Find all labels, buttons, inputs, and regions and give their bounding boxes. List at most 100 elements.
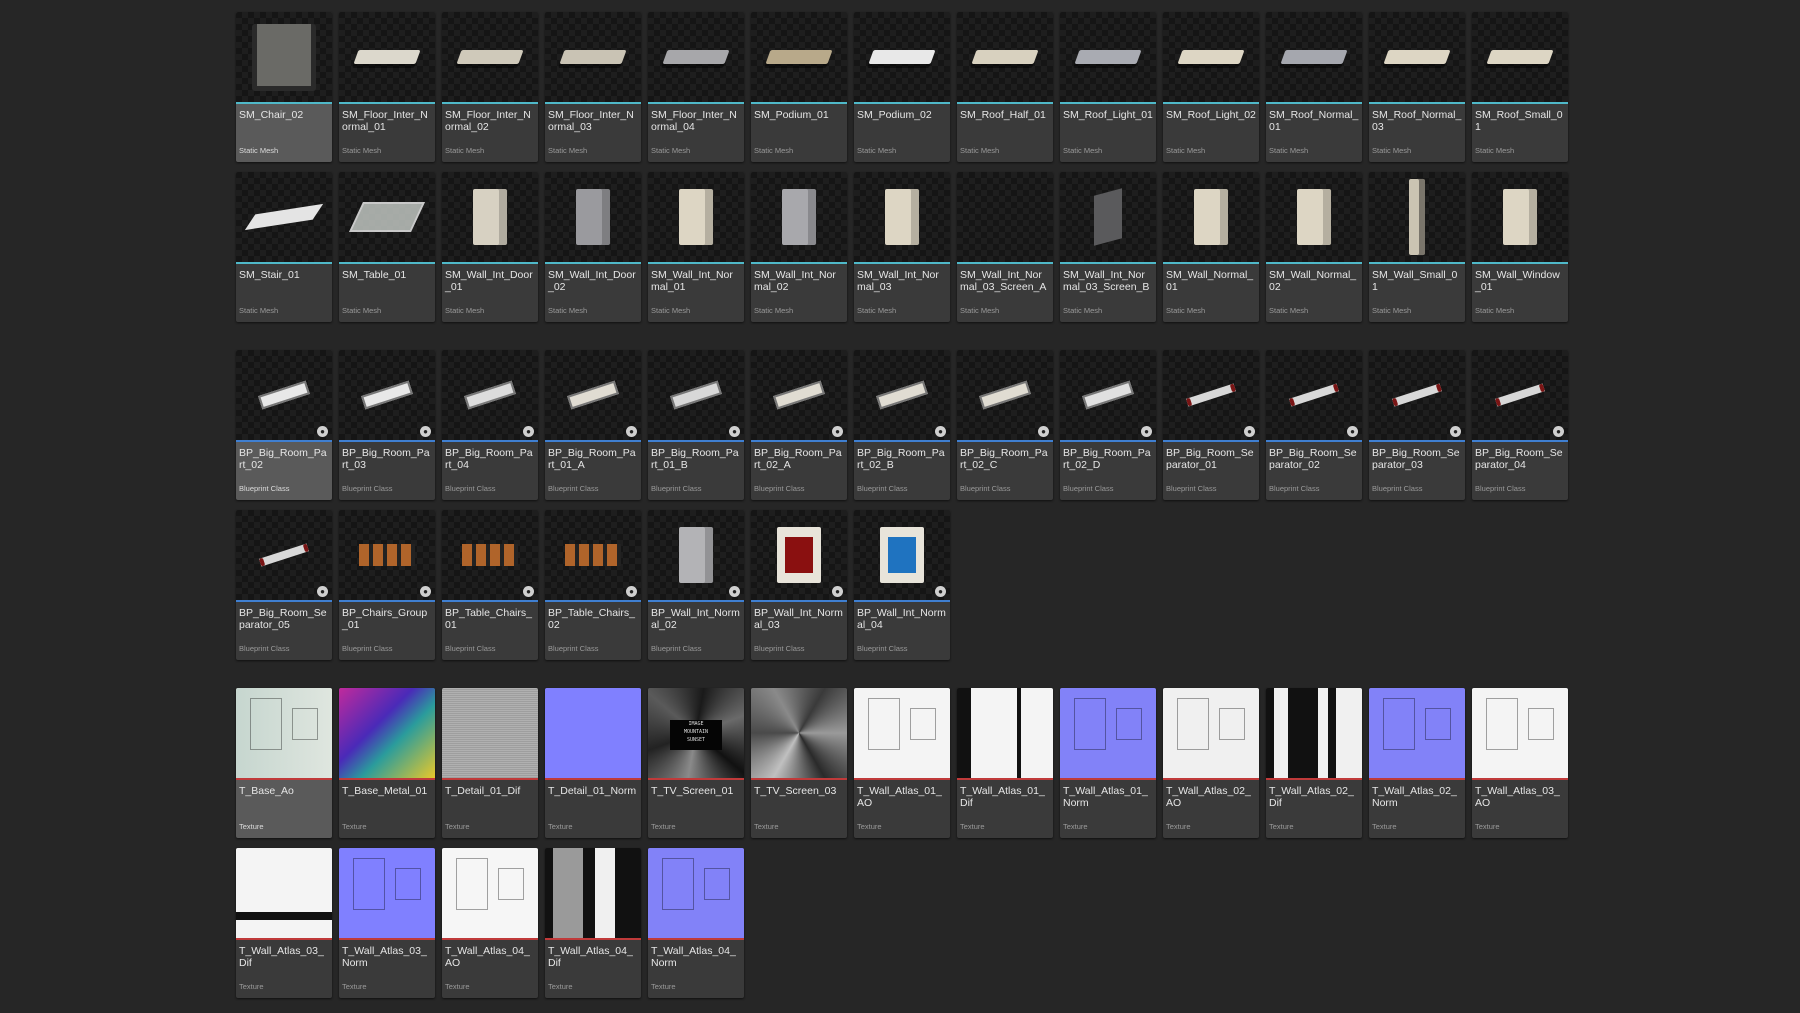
asset-type-label: Blueprint Class bbox=[445, 644, 496, 653]
asset-tile[interactable]: T_Wall_Atlas_02_Dif Texture bbox=[1266, 688, 1362, 838]
mesh-preview bbox=[567, 380, 619, 410]
mesh-preview bbox=[462, 544, 518, 566]
asset-tile[interactable]: T_Base_Ao Texture bbox=[236, 688, 332, 838]
asset-tile[interactable]: ● BP_Big_Room_Separator_04 Blueprint Cla… bbox=[1472, 350, 1568, 500]
asset-tile[interactable]: ● BP_Big_Room_Part_02_C Blueprint Class bbox=[957, 350, 1053, 500]
mesh-preview bbox=[258, 380, 310, 410]
asset-tile[interactable]: T_Wall_Atlas_04_Norm Texture bbox=[648, 848, 744, 998]
asset-type-label: Texture bbox=[548, 822, 573, 831]
mesh-preview bbox=[679, 189, 713, 245]
asset-tile[interactable]: T_Wall_Atlas_01_AO Texture bbox=[854, 688, 950, 838]
asset-tile[interactable]: ● BP_Big_Room_Part_02_B Blueprint Class bbox=[854, 350, 950, 500]
asset-tile[interactable]: SM_Wall_Int_Normal_03_Screen_A Static Me… bbox=[957, 172, 1053, 322]
asset-tile[interactable]: SM_Stair_01 Static Mesh bbox=[236, 172, 332, 322]
asset-name: T_Detail_01_Norm bbox=[548, 785, 637, 797]
asset-tile[interactable]: SM_Wall_Int_Door_02 Static Mesh bbox=[545, 172, 641, 322]
asset-tile[interactable]: T_Wall_Atlas_02_AO Texture bbox=[1163, 688, 1259, 838]
asset-tile[interactable]: T_TV_Screen_03 Texture bbox=[751, 688, 847, 838]
asset-type-label: Blueprint Class bbox=[548, 644, 599, 653]
asset-tile[interactable]: SM_Podium_02 Static Mesh bbox=[854, 12, 950, 162]
asset-tile[interactable]: SM_Floor_Inter_Normal_03 Static Mesh bbox=[545, 12, 641, 162]
asset-name: T_Detail_01_Dif bbox=[445, 785, 521, 797]
asset-type-label: Static Mesh bbox=[548, 146, 588, 155]
asset-thumbnail: ● bbox=[1472, 350, 1568, 440]
asset-tile[interactable]: SM_Floor_Inter_Normal_04 Static Mesh bbox=[648, 12, 744, 162]
asset-tile[interactable]: SM_Roof_Normal_03 Static Mesh bbox=[1369, 12, 1465, 162]
asset-tile[interactable]: ● BP_Big_Room_Separator_01 Blueprint Cla… bbox=[1163, 350, 1259, 500]
asset-tile[interactable]: ● BP_Big_Room_Part_04 Blueprint Class bbox=[442, 350, 538, 500]
asset-tile[interactable]: SM_Wall_Window_01 Static Mesh bbox=[1472, 172, 1568, 322]
asset-name: SM_Wall_Normal_01 bbox=[1166, 269, 1254, 293]
asset-tile[interactable]: ● BP_Big_Room_Separator_05 Blueprint Cla… bbox=[236, 510, 332, 660]
asset-tile[interactable]: SM_Podium_01 Static Mesh bbox=[751, 12, 847, 162]
asset-tile[interactable]: SM_Wall_Int_Normal_01 Static Mesh bbox=[648, 172, 744, 322]
asset-tile[interactable]: T_Wall_Atlas_04_AO Texture bbox=[442, 848, 538, 998]
asset-tile[interactable]: SM_Wall_Int_Normal_02 Static Mesh bbox=[751, 172, 847, 322]
asset-tile[interactable]: SM_Roof_Half_01 Static Mesh bbox=[957, 12, 1053, 162]
asset-tile[interactable]: T_Wall_Atlas_03_Norm Texture bbox=[339, 848, 435, 998]
asset-thumbnail: ● bbox=[442, 350, 538, 440]
asset-tile[interactable]: SM_Floor_Inter_Normal_01 Static Mesh bbox=[339, 12, 435, 162]
asset-tile[interactable]: T_Detail_01_Dif Texture bbox=[442, 688, 538, 838]
asset-tile[interactable]: IMAGE MOUNTAIN SUNSET T_TV_Screen_01 Tex… bbox=[648, 688, 744, 838]
mesh-preview bbox=[1288, 383, 1340, 407]
asset-name: BP_Wall_Int_Normal_03 bbox=[754, 607, 843, 631]
asset-tile[interactable]: ● BP_Big_Room_Separator_03 Blueprint Cla… bbox=[1369, 350, 1465, 500]
asset-type-label: Blueprint Class bbox=[342, 484, 393, 493]
asset-type-label: Blueprint Class bbox=[960, 484, 1011, 493]
asset-thumbnail bbox=[545, 172, 641, 262]
asset-tile[interactable]: T_Wall_Atlas_03_Dif Texture bbox=[236, 848, 332, 998]
asset-tile[interactable]: T_Base_Metal_01 Texture bbox=[339, 688, 435, 838]
asset-tile[interactable]: ● BP_Table_Chairs_01 Blueprint Class bbox=[442, 510, 538, 660]
asset-type-label: Blueprint Class bbox=[1269, 484, 1320, 493]
asset-tile[interactable]: ● BP_Table_Chairs_02 Blueprint Class bbox=[545, 510, 641, 660]
asset-tile[interactable]: SM_Wall_Normal_01 Static Mesh bbox=[1163, 172, 1259, 322]
asset-name: T_Wall_Atlas_01_AO bbox=[857, 785, 942, 809]
asset-tile[interactable]: SM_Roof_Normal_01 Static Mesh bbox=[1266, 12, 1362, 162]
mesh-preview bbox=[361, 380, 413, 410]
asset-tile[interactable]: SM_Roof_Small_01 Static Mesh bbox=[1472, 12, 1568, 162]
asset-name: SM_Wall_Normal_02 bbox=[1269, 269, 1357, 293]
asset-tile[interactable]: ● BP_Big_Room_Part_02 Blueprint Class bbox=[236, 350, 332, 500]
asset-tile[interactable]: T_Wall_Atlas_02_Norm Texture bbox=[1369, 688, 1465, 838]
asset-thumbnail: ● bbox=[751, 510, 847, 600]
asset-tile[interactable]: ● BP_Wall_Int_Normal_02 Blueprint Class bbox=[648, 510, 744, 660]
asset-tile[interactable]: SM_Wall_Int_Door_01 Static Mesh bbox=[442, 172, 538, 322]
mesh-preview bbox=[1383, 50, 1451, 64]
asset-tile[interactable]: ● BP_Wall_Int_Normal_04 Blueprint Class bbox=[854, 510, 950, 660]
asset-tile[interactable]: T_Detail_01_Norm Texture bbox=[545, 688, 641, 838]
asset-tile[interactable]: SM_Floor_Inter_Normal_02 Static Mesh bbox=[442, 12, 538, 162]
asset-thumbnail bbox=[339, 172, 435, 262]
asset-tile[interactable]: SM_Wall_Normal_02 Static Mesh bbox=[1266, 172, 1362, 322]
asset-tile[interactable]: ● BP_Big_Room_Part_02_D Blueprint Class bbox=[1060, 350, 1156, 500]
asset-tile[interactable]: SM_Chair_02 Static Mesh bbox=[236, 12, 332, 162]
asset-tile[interactable]: ● BP_Big_Room_Separator_02 Blueprint Cla… bbox=[1266, 350, 1362, 500]
asset-type-label: Static Mesh bbox=[960, 306, 1000, 315]
asset-tile[interactable]: T_Wall_Atlas_01_Dif Texture bbox=[957, 688, 1053, 838]
mesh-preview bbox=[1297, 189, 1331, 245]
texture-preview bbox=[957, 688, 1053, 778]
asset-tile[interactable]: T_Wall_Atlas_04_Dif Texture bbox=[545, 848, 641, 998]
asset-name: SM_Roof_Light_01 bbox=[1063, 109, 1153, 121]
asset-type-label: Texture bbox=[445, 982, 470, 991]
asset-type-label: Texture bbox=[754, 822, 779, 831]
asset-tile[interactable]: SM_Roof_Light_01 Static Mesh bbox=[1060, 12, 1156, 162]
asset-type-label: Texture bbox=[651, 982, 676, 991]
asset-tile[interactable]: ● BP_Big_Room_Part_01_B Blueprint Class bbox=[648, 350, 744, 500]
asset-tile[interactable]: SM_Wall_Int_Normal_03 Static Mesh bbox=[854, 172, 950, 322]
asset-tile[interactable]: SM_Wall_Int_Normal_03_Screen_B Static Me… bbox=[1060, 172, 1156, 322]
asset-tile[interactable]: ● BP_Wall_Int_Normal_03 Blueprint Class bbox=[751, 510, 847, 660]
asset-tile[interactable]: SM_Roof_Light_02 Static Mesh bbox=[1163, 12, 1259, 162]
asset-tile[interactable]: T_Wall_Atlas_03_AO Texture bbox=[1472, 688, 1568, 838]
asset-tile[interactable]: ● BP_Big_Room_Part_01_A Blueprint Class bbox=[545, 350, 641, 500]
asset-name: SM_Roof_Normal_03 bbox=[1372, 109, 1462, 133]
asset-tile[interactable]: T_Wall_Atlas_01_Norm Texture bbox=[1060, 688, 1156, 838]
asset-tile[interactable]: ● BP_Big_Room_Part_03 Blueprint Class bbox=[339, 350, 435, 500]
asset-tile[interactable]: ● BP_Big_Room_Part_02_A Blueprint Class bbox=[751, 350, 847, 500]
asset-tile[interactable]: ● BP_Chairs_Group_01 Blueprint Class bbox=[339, 510, 435, 660]
asset-thumbnail bbox=[1369, 12, 1465, 102]
asset-tile[interactable]: SM_Table_01 Static Mesh bbox=[339, 172, 435, 322]
asset-tile[interactable]: SM_Wall_Small_01 Static Mesh bbox=[1369, 172, 1465, 322]
mesh-preview bbox=[782, 189, 816, 245]
asset-name: SM_Roof_Half_01 bbox=[960, 109, 1046, 121]
